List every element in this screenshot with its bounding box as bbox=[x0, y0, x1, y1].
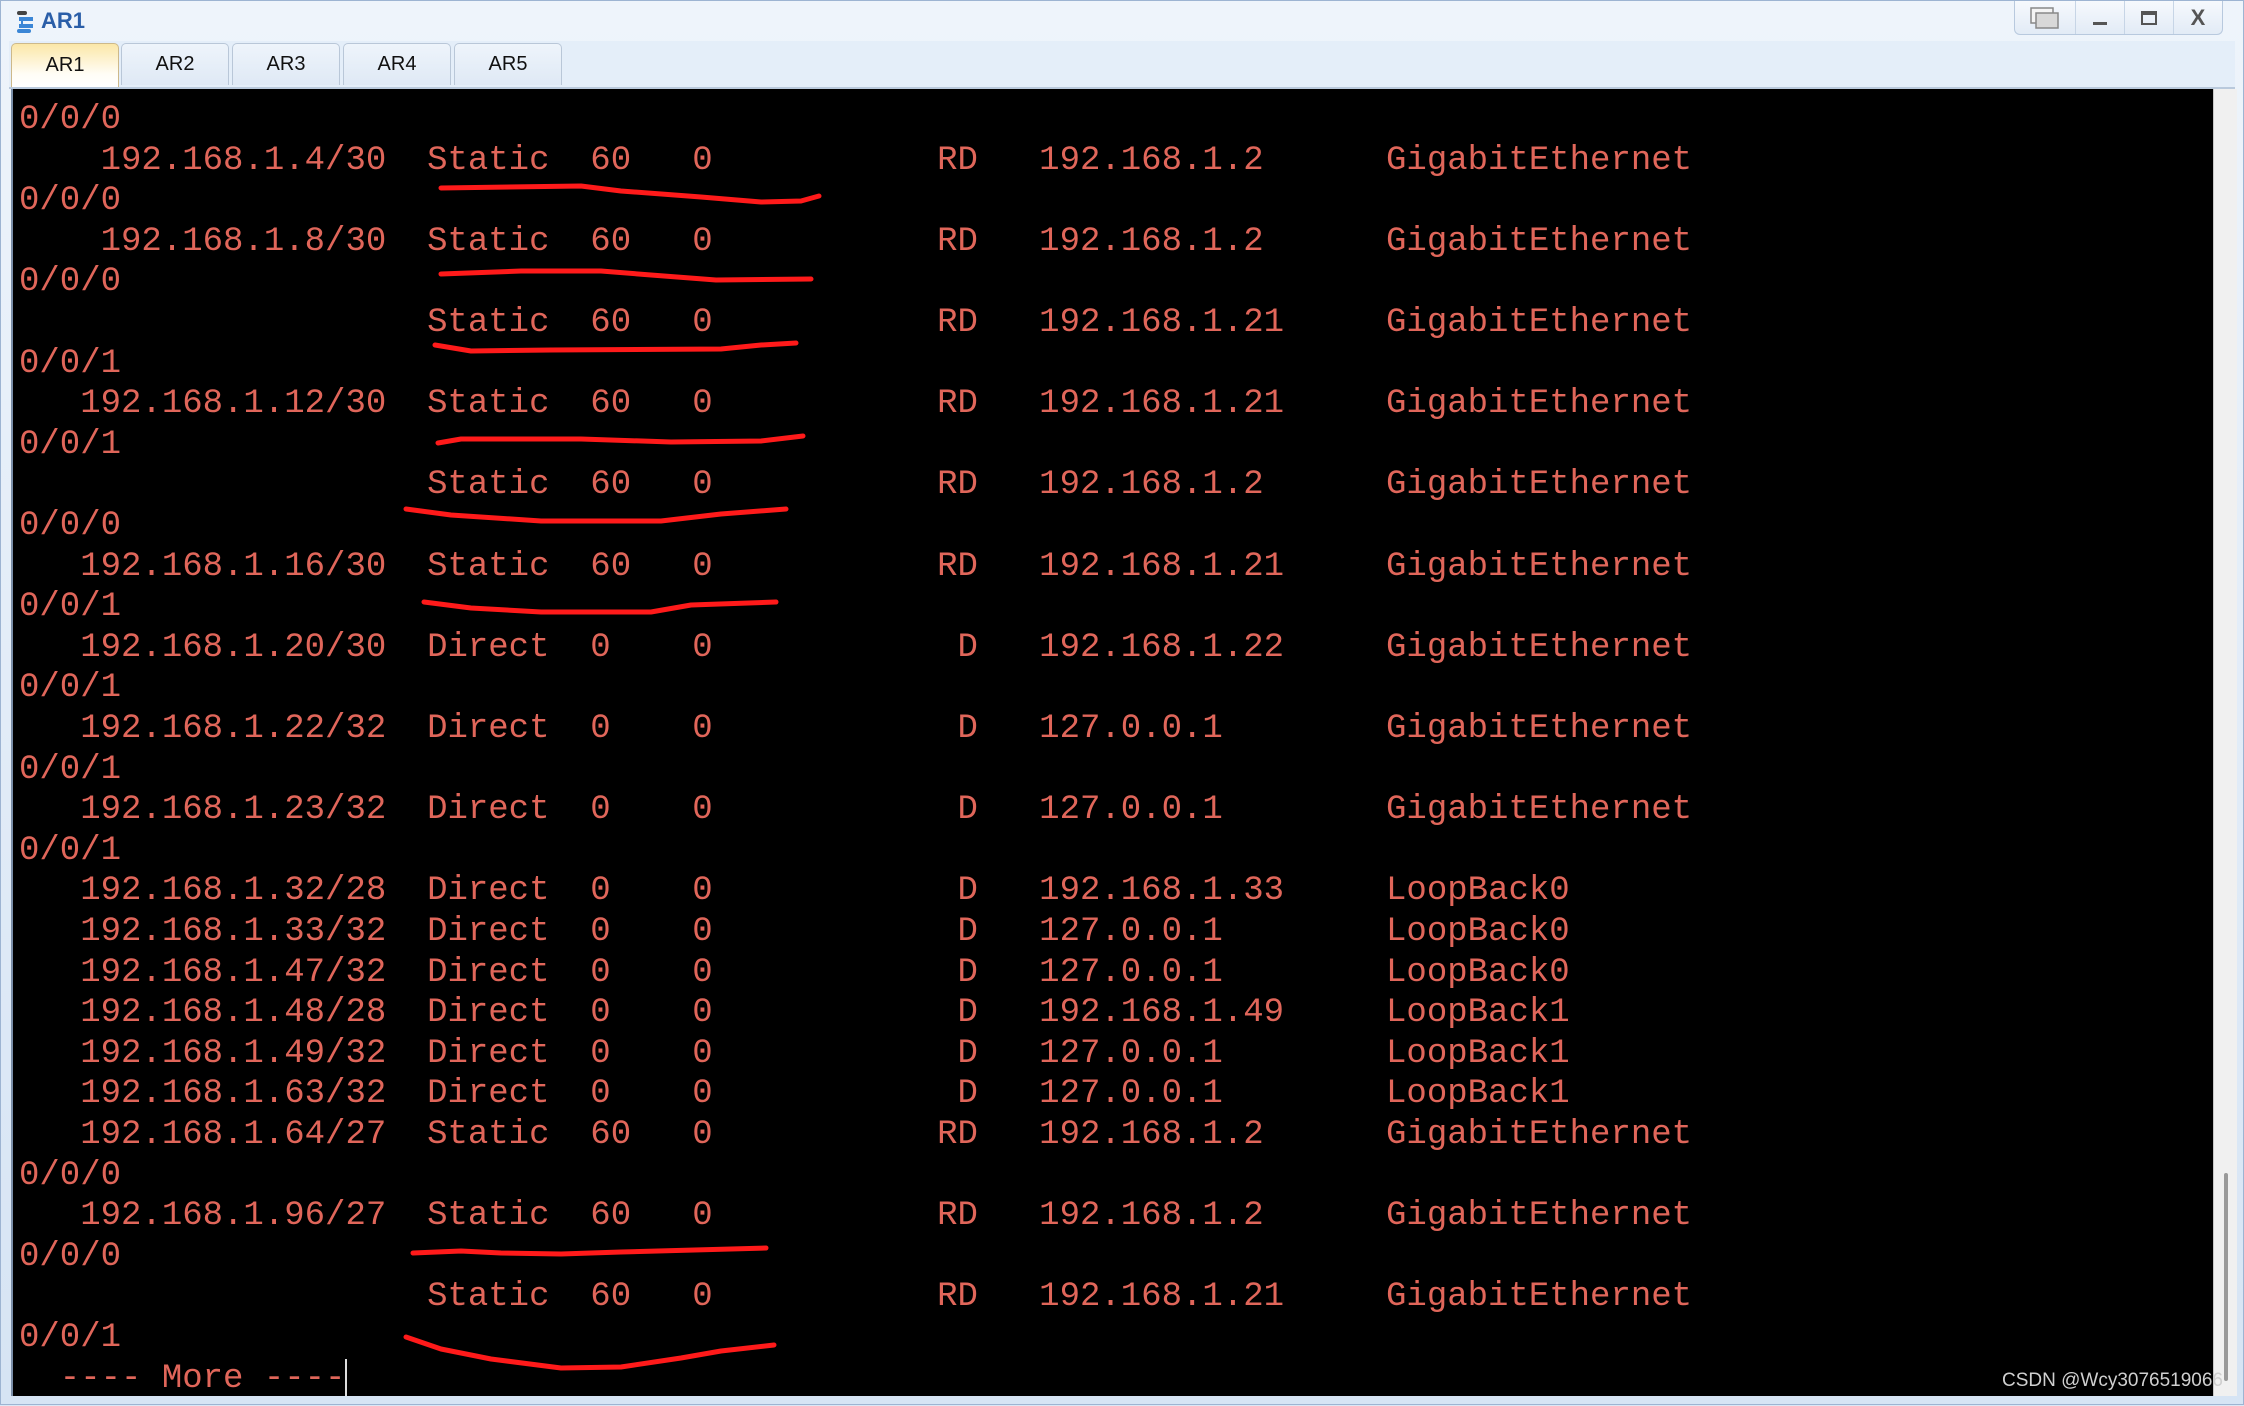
close-icon: X bbox=[2190, 4, 2206, 30]
interface-wrap-line: 0/0/0 bbox=[19, 101, 122, 139]
interface-wrap-line: 0/0/1 bbox=[19, 1319, 122, 1357]
route-table-row: 192.168.1.64/27 Static 60 0 RD 192.168.1… bbox=[19, 1116, 1693, 1154]
tab-ar4[interactable]: AR4 bbox=[343, 43, 451, 85]
interface-wrap-line: 0/0/0 bbox=[19, 263, 122, 302]
tab-label: AR3 bbox=[266, 53, 306, 75]
route-table-row: 192.168.1.16/30 Static 60 0 RD 192.168.1… bbox=[19, 547, 1693, 586]
route-table-row: 192.168.1.63/32 Direct 0 0 D 127.0.0.1 L… bbox=[19, 1075, 1570, 1114]
restore-windows-icon bbox=[2030, 6, 2059, 29]
route-table-row: 192.168.1.32/28 Direct 0 0 D 192.168.1.3… bbox=[19, 872, 1570, 911]
route-table-row: 192.168.1.22/32 Direct 0 0 D 127.0.0.1 G… bbox=[19, 710, 1693, 748]
tab-ar1[interactable]: AR1 bbox=[11, 43, 119, 87]
interface-wrap-line: 0/0/0 bbox=[19, 1156, 122, 1195]
title-bar[interactable]: AR1 X bbox=[1, 1, 2243, 41]
route-table-row: 192.168.1.12/30 Static 60 0 RD 192.168.1… bbox=[19, 385, 1693, 424]
minimize-icon bbox=[2093, 21, 2107, 25]
app-window: AR1 X AR1 AR2 AR3 AR4 AR5 0/0/0 192.168.… bbox=[0, 0, 2244, 1405]
route-table-row: 192.168.1.8/30 Static 60 0 RD 192.168.1.… bbox=[19, 222, 1693, 261]
tab-label: AR1 bbox=[45, 54, 85, 76]
terminal-scrollbar[interactable] bbox=[2213, 89, 2237, 1396]
interface-wrap-line: 0/0/0 bbox=[19, 507, 122, 545]
route-table-row: 192.168.1.96/27 Static 60 0 RD 192.168.1… bbox=[19, 1197, 1693, 1236]
more-prompt-text: ---- More ---- bbox=[19, 1359, 346, 1396]
route-table-row: 192.168.1.33/32 Direct 0 0 D 127.0.0.1 L… bbox=[19, 913, 1570, 951]
interface-wrap-line: 0/0/1 bbox=[19, 588, 122, 627]
window-controls: X bbox=[2014, 1, 2223, 35]
scrollbar-thumb[interactable] bbox=[2224, 1173, 2228, 1381]
device-tab-bar: AR1 AR2 AR3 AR4 AR5 bbox=[9, 41, 2235, 89]
interface-wrap-line: 0/0/0 bbox=[19, 182, 122, 221]
close-button[interactable]: X bbox=[2173, 1, 2222, 34]
tab-ar3[interactable]: AR3 bbox=[232, 43, 340, 85]
maximize-icon bbox=[2141, 10, 2157, 25]
route-table-row: 192.168.1.48/28 Direct 0 0 D 192.168.1.4… bbox=[19, 994, 1570, 1033]
app-icon bbox=[17, 11, 33, 33]
tab-label: AR4 bbox=[377, 53, 417, 75]
route-table-row: 192.168.1.49/32 Direct 0 0 D 127.0.0.1 L… bbox=[19, 1034, 1570, 1073]
interface-wrap-line: 0/0/0 bbox=[19, 1237, 122, 1276]
tab-ar2[interactable]: AR2 bbox=[121, 43, 229, 85]
maximize-button[interactable] bbox=[2124, 1, 2173, 34]
tab-label: AR5 bbox=[488, 53, 528, 75]
text-cursor bbox=[345, 1358, 348, 1396]
interface-wrap-line: 0/0/1 bbox=[19, 750, 122, 789]
route-table-row: 192.168.1.23/32 Direct 0 0 D 127.0.0.1 G… bbox=[19, 791, 1693, 830]
route-table-row: 192.168.1.4/30 Static 60 0 RD 192.168.1.… bbox=[19, 141, 1693, 180]
route-table-row: 192.168.1.20/30 Direct 0 0 D 192.168.1.2… bbox=[19, 628, 1693, 667]
route-table-row: Static 60 0 RD 192.168.1.21 GigabitEther… bbox=[19, 304, 1693, 342]
interface-wrap-line: 0/0/1 bbox=[19, 669, 122, 708]
interface-wrap-line: 0/0/1 bbox=[19, 344, 122, 383]
interface-wrap-line: 0/0/1 bbox=[19, 425, 122, 464]
tab-ar5[interactable]: AR5 bbox=[454, 43, 562, 85]
watermark: CSDN @Wcy3076519066 bbox=[2001, 1370, 2223, 1391]
route-table-row: Static 60 0 RD 192.168.1.2 GigabitEthern… bbox=[19, 466, 1693, 505]
more-prompt: ---- More ---- bbox=[19, 1358, 348, 1396]
interface-wrap-line: 0/0/1 bbox=[19, 831, 122, 870]
route-table-row: 192.168.1.47/32 Direct 0 0 D 127.0.0.1 L… bbox=[19, 953, 1570, 992]
window-title: AR1 bbox=[41, 8, 86, 33]
terminal-console[interactable]: 0/0/0 192.168.1.4/30 Static 60 0 RD 192.… bbox=[11, 89, 2213, 1396]
restore-windows-button[interactable] bbox=[2015, 1, 2075, 34]
tab-label: AR2 bbox=[155, 53, 195, 75]
minimize-button[interactable] bbox=[2075, 1, 2124, 34]
route-table-row: Static 60 0 RD 192.168.1.21 GigabitEther… bbox=[19, 1278, 1693, 1317]
